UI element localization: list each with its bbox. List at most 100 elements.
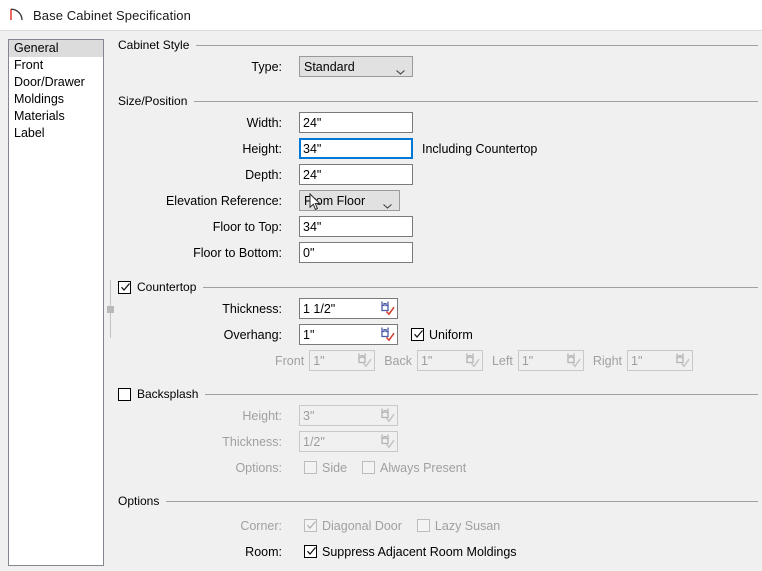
row-floor-to-top: Floor to Top: — [118, 216, 413, 237]
label-overhang-back: Back — [384, 353, 412, 368]
dynamic-default-wrench-icon — [355, 352, 372, 368]
dynamic-default-wrench-icon[interactable] — [378, 326, 395, 342]
label-countertop-thickness: Thickness: — [222, 301, 282, 316]
checkbox-box — [118, 280, 131, 294]
dynamic-default-wrench-icon — [673, 352, 690, 368]
label-overhang-front: Front — [275, 353, 305, 368]
backsplash-checkbox[interactable] — [118, 387, 137, 401]
checkbox-box — [304, 461, 317, 474]
height-input[interactable] — [299, 138, 413, 159]
chevron-down-icon — [396, 64, 405, 75]
group-rule — [203, 286, 758, 288]
group-rule — [205, 393, 758, 395]
row-width: Width: — [118, 112, 413, 133]
group-countertop: Countertop — [118, 280, 758, 294]
row-elevation-reference: Elevation Reference: From Floor — [118, 190, 400, 211]
group-header-size-position: Size/Position — [118, 94, 758, 108]
label-elevation-reference: Elevation Reference: — [165, 193, 282, 208]
lazy-susan-label: Lazy Susan — [434, 518, 501, 533]
diagonal-door-checkbox: Diagonal Door — [304, 519, 402, 533]
elevation-reference-value: From Floor — [304, 193, 366, 208]
sidebar-item-moldings[interactable]: Moldings — [9, 91, 103, 108]
height-note: Including Countertop — [422, 141, 538, 156]
row-height: Height: Including Countertop — [118, 138, 537, 159]
group-title-options: Options — [118, 494, 160, 508]
suppress-adjacent-room-moldings-checkbox[interactable]: Suppress Adjacent Room Moldings — [304, 545, 517, 559]
sidebar-item-general[interactable]: General — [9, 40, 103, 57]
label-overhang-left: Left — [491, 353, 513, 368]
label-corner: Corner: — [240, 518, 282, 533]
backsplash-side-checkbox: Side — [304, 461, 347, 475]
label-depth: Depth: — [245, 167, 282, 182]
dynamic-default-wrench-icon — [564, 352, 581, 368]
group-title-size-position: Size/Position — [118, 94, 188, 108]
dynamic-default-wrench-icon — [463, 352, 480, 368]
dynamic-default-wrench-icon — [378, 433, 395, 449]
row-countertop-thickness: Thickness: — [118, 298, 398, 319]
label-backsplash-options: Options: — [235, 460, 282, 475]
panel-splitter[interactable] — [107, 280, 114, 338]
group-header-options: Options — [118, 494, 758, 508]
row-backsplash-thickness: Thickness: — [118, 431, 398, 452]
sidebar-item-door-drawer[interactable]: Door/Drawer — [9, 74, 103, 91]
group-title-countertop: Countertop — [137, 280, 197, 294]
checkbox-box — [416, 519, 430, 532]
sidebar-item-materials[interactable]: Materials — [9, 108, 103, 125]
floor-to-bottom-input[interactable] — [299, 242, 413, 263]
backsplash-side-label: Side — [322, 460, 348, 475]
group-rule — [194, 100, 758, 102]
group-options: Options — [118, 494, 758, 508]
uniform-label: Uniform — [429, 327, 473, 342]
backsplash-always-present-checkbox: Always Present — [362, 461, 466, 475]
elevation-reference-dropdown[interactable]: From Floor — [299, 190, 400, 211]
dialog-body: General Front Door/Drawer Moldings Mater… — [0, 32, 762, 571]
checkbox-box — [362, 461, 376, 474]
window-titlebar: Base Cabinet Specification — [0, 0, 762, 31]
group-rule — [166, 500, 758, 502]
uniform-checkbox[interactable]: Uniform — [411, 328, 473, 342]
label-overhang-right: Right — [592, 353, 623, 368]
group-header-countertop: Countertop — [118, 280, 758, 294]
diagonal-door-label: Diagonal Door — [322, 518, 402, 533]
dynamic-default-wrench-icon — [378, 407, 395, 423]
window-title: Base Cabinet Specification — [33, 7, 191, 23]
row-backsplash-height: Height: — [118, 405, 398, 426]
group-cabinet-style: Cabinet Style — [118, 38, 758, 52]
row-type: Type: Standard — [118, 56, 413, 77]
label-floor-to-bottom: Floor to Bottom: — [193, 245, 282, 260]
chevron-down-icon — [383, 198, 392, 209]
countertop-checkbox[interactable] — [118, 280, 137, 294]
row-countertop-overhang: Overhang: Uniform — [118, 324, 473, 345]
label-type: Type: — [251, 59, 282, 74]
type-dropdown[interactable]: Standard — [299, 56, 413, 77]
label-room: Room: — [245, 544, 282, 559]
settings-panel: Cabinet Style Type: Standard Size/Positi… — [118, 32, 762, 571]
row-backsplash-options: Options: Side Always Present — [118, 457, 466, 478]
depth-input[interactable] — [299, 164, 413, 185]
label-backsplash-height: Height: — [242, 408, 282, 423]
floor-to-top-input[interactable] — [299, 216, 413, 237]
group-title-backsplash: Backsplash — [137, 387, 199, 401]
sidebar-item-label[interactable]: Label — [9, 125, 103, 142]
row-room: Room: Suppress Adjacent Room Moldings — [118, 541, 517, 562]
group-title-cabinet-style: Cabinet Style — [118, 38, 190, 52]
splitter-grip[interactable] — [107, 306, 114, 313]
group-header-backsplash: Backsplash — [118, 387, 758, 401]
dynamic-default-wrench-icon[interactable] — [378, 300, 395, 316]
checkbox-box — [304, 545, 317, 558]
suppress-adjacent-room-moldings-label: Suppress Adjacent Room Moldings — [322, 544, 517, 559]
group-rule — [196, 44, 758, 46]
lazy-susan-checkbox: Lazy Susan — [416, 518, 501, 533]
type-dropdown-value: Standard — [304, 59, 355, 74]
sidebar-item-front[interactable]: Front — [9, 57, 103, 74]
group-header-cabinet-style: Cabinet Style — [118, 38, 758, 52]
category-list[interactable]: General Front Door/Drawer Moldings Mater… — [8, 39, 104, 566]
checkbox-box — [411, 328, 424, 341]
group-backsplash: Backsplash — [118, 387, 758, 401]
row-overhang-sides: Front Back — [275, 350, 694, 371]
label-width: Width: — [246, 115, 282, 130]
row-corner: Corner: Diagonal Door Lazy Susan — [118, 515, 500, 536]
width-input[interactable] — [299, 112, 413, 133]
row-floor-to-bottom: Floor to Bottom: — [118, 242, 413, 263]
backsplash-always-present-label: Always Present — [380, 460, 467, 475]
